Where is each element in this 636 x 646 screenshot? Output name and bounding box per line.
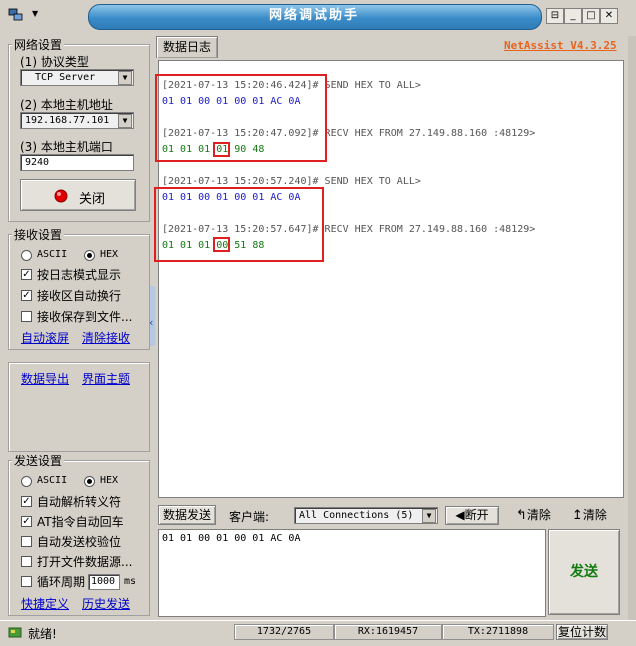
client-label: 客户端: [229,510,270,524]
clear-send-label: 清除 [582,508,607,522]
loop-period-value: 1000 [91,576,116,587]
clear-receive-link[interactable]: 清除接收 [82,329,130,346]
protocol-label: (1) 协议类型 [20,55,89,69]
annotation-box [213,142,230,157]
close-connection-button[interactable]: 关闭 [20,179,136,211]
host-value: 192.168.77.101 [25,115,110,126]
loop-label: 循环周期 [37,575,86,589]
loop-period-input[interactable]: 1000 [88,574,120,590]
annotation-box [213,237,230,252]
tab-data-log[interactable]: 数据日志 [156,36,218,58]
file-source-checkbox[interactable] [21,556,32,567]
network-settings-title: 网络设置 [12,36,65,53]
theme-link[interactable]: 界面主题 [82,370,130,387]
clear-send-button[interactable]: ↥清除 [572,506,607,525]
reset-counter-button[interactable]: 复位计数 [556,624,608,640]
save-to-file-checkbox[interactable] [21,311,32,322]
send-button[interactable]: 发送 [548,529,620,615]
autowrap-label: 接收区自动换行 [37,289,122,303]
arrow-left-icon: ◀ [455,508,465,522]
autowrap-checkbox[interactable]: ✓ [21,290,32,301]
receive-ascii-radio[interactable] [21,250,32,261]
receive-hex-radio[interactable] [84,250,95,261]
port-value: 9240 [25,157,50,168]
at-cr-checkbox[interactable]: ✓ [21,516,32,527]
escape-label: 自动解析转义符 [37,495,122,509]
send-ascii-radio[interactable] [21,476,32,487]
host-select[interactable]: 192.168.77.101 ▼ [20,112,134,129]
disconnect-button[interactable]: ◀断开 [445,506,499,525]
receive-settings-title: 接收设置 [12,226,65,243]
file-source-label: 打开文件数据源... [37,555,133,569]
log-mode-checkbox[interactable]: ✓ [21,269,32,280]
escape-checkbox[interactable]: ✓ [21,496,32,507]
tab-data-send[interactable]: 数据发送 [158,505,216,525]
port-input[interactable]: 9240 [20,154,134,171]
menu-arrow-icon[interactable]: ▼ [32,9,38,18]
status-progress: 1732/2765 [234,624,334,640]
receive-ascii-label: ASCII [37,249,68,260]
at-cr-label: AT指令自动回车 [37,515,124,529]
client-select[interactable]: All Connections (5) ▼ [294,507,438,524]
pin-button[interactable]: ⊟ [546,8,564,24]
status-rx: RX:1619457 [334,624,442,640]
annotation-box [154,187,324,262]
send-hex-radio[interactable] [84,476,95,487]
export-data-link[interactable]: 数据导出 [21,370,69,387]
window-title: 网络调试助手 [268,8,359,23]
chevron-down-icon: ▼ [118,71,132,85]
client-value: All Connections (5) [299,510,414,521]
send-input[interactable]: 01 01 00 01 00 01 AC 0A [158,529,546,617]
panel-splitter[interactable]: ‹ [149,286,155,346]
chevron-down-icon: ▼ [422,509,436,523]
chevron-down-icon: ▼ [118,114,132,128]
send-hex-label: HEX [100,475,119,486]
clear-received-label: 清除 [526,508,551,522]
checksum-checkbox[interactable] [21,536,32,547]
protocol-select[interactable]: TCP Server ▼ [20,69,134,86]
port-label: (3) 本地主机端口 [20,140,113,154]
checksum-label: 自动发送校验位 [37,535,122,549]
close-connection-label: 关闭 [79,192,106,207]
log-entry-header: [2021-07-13 15:20:57.240]# SEND HEX TO A… [162,176,421,187]
host-label: (2) 本地主机地址 [20,98,113,112]
loop-unit: ms [124,576,137,587]
receive-hex-label: HEX [100,249,119,260]
minimize-button[interactable]: _ [564,8,582,24]
close-window-button[interactable]: ✕ [600,8,618,24]
send-input-value: 01 01 00 01 00 01 AC 0A [162,533,301,544]
send-settings-title: 发送设置 [12,452,65,469]
log-mode-label: 按日志模式显示 [37,268,122,282]
undo-arrow-icon: ↰ [516,508,527,523]
shortcut-link[interactable]: 快捷定义 [21,595,69,612]
maximize-button[interactable]: □ [582,8,600,24]
annotation-box [155,74,327,162]
autoscroll-link[interactable]: 自动滚屏 [21,329,69,346]
up-arrow-icon: ↥ [572,508,583,523]
save-to-file-label: 接收保存到文件... [37,310,133,324]
red-light-icon [54,189,68,203]
collapse-icon: ‹ [149,316,154,329]
clear-received-button[interactable]: ↰清除 [516,506,551,525]
app-icon[interactable] [8,8,24,22]
history-link[interactable]: 历史发送 [82,595,130,612]
loop-checkbox[interactable] [21,576,32,587]
status-icon [8,627,22,638]
disconnect-label: 断开 [464,508,489,522]
right-edge [628,36,636,620]
protocol-value: TCP Server [35,72,96,83]
send-ascii-label: ASCII [37,475,68,486]
status-tx: TX:2711898 [442,624,554,640]
brand-link[interactable]: NetAssist V4.3.25 [504,39,617,52]
status-ready: 就绪! [28,627,57,641]
